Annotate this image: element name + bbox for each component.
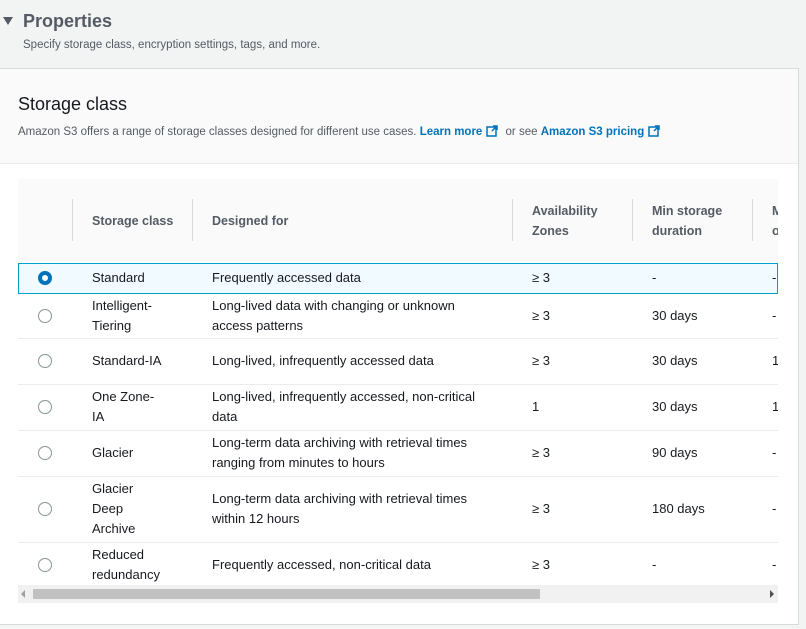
table-cell: Glacier [92, 445, 134, 460]
table-cell: - [652, 270, 657, 285]
table-row[interactable]: Standard-IA Long-lived, infrequently acce… [18, 338, 778, 385]
table-cell: 90 days [652, 445, 698, 460]
table-cell: Long-lived, infrequently accessed, non-c… [212, 389, 476, 424]
learn-more-link[interactable]: Learn more [420, 126, 483, 138]
table-cell: One Zone-IA [92, 389, 155, 424]
table-cell: 30 days [652, 353, 698, 368]
or-see-text: or see [505, 126, 538, 138]
scrollbar-thumb[interactable] [33, 589, 540, 599]
panel-description: Amazon S3 offers a range of storage clas… [18, 125, 664, 138]
table-cell: Frequently accessed, non-critical data [212, 557, 431, 572]
table-cell: Long-term data archiving with retrieval … [212, 435, 468, 470]
table-row[interactable]: One Zone-IA Long-lived, infrequently acce… [18, 384, 778, 431]
table-cell: Long-lived, infrequently accessed data [212, 353, 434, 368]
table-row[interactable]: Standard Frequently accessed data ≥ 3 - - [18, 263, 778, 294]
radio-button[interactable] [38, 400, 52, 414]
table-row[interactable]: Intelligent-Tiering Long-lived data with … [18, 293, 778, 339]
external-link-icon[interactable] [648, 125, 660, 137]
table-cell: Standard [92, 270, 145, 285]
table-cell: Long-lived data with changing or unknown… [212, 297, 455, 333]
radio-button[interactable] [38, 558, 52, 572]
table-cell: ≥ 3 [532, 557, 550, 572]
table-cell: 1 [532, 399, 540, 414]
table-cell: 180 days [652, 501, 705, 516]
table-header: Storage class Designed for Availability … [18, 179, 778, 262]
table-cell: - [772, 445, 777, 460]
properties-header[interactable]: Properties Specify storage class, encryp… [0, 0, 806, 68]
column-header: Designed for [192, 179, 512, 262]
scroll-left-icon[interactable] [21, 590, 25, 598]
section-subtitle: Specify storage class, encryption settin… [23, 39, 321, 51]
table-cell: ≥ 3 [532, 445, 550, 460]
table-row[interactable]: Glacier Deep Archive Long-term data archi… [18, 476, 778, 543]
table-cell: 30 days [652, 307, 698, 323]
table-row[interactable]: Glacier Long-term data archiving with ret… [18, 430, 778, 477]
radio-button[interactable] [38, 271, 52, 285]
caret-down-icon[interactable] [3, 17, 13, 25]
panel-header: Storage class Amazon S3 offers a range o… [0, 69, 798, 164]
external-link-icon[interactable] [486, 125, 499, 137]
column-header: Min billable object size [752, 179, 778, 262]
column-header: Storage class [72, 179, 192, 262]
radio-button[interactable] [38, 354, 52, 368]
scroll-right-icon[interactable] [770, 590, 774, 598]
column-header: Availability Zones [512, 179, 632, 262]
table-cell: ≥ 3 [532, 307, 550, 323]
column-header: Min storage duration [632, 179, 752, 262]
table-cell: Glacier Deep Archive [92, 481, 136, 536]
radio-button[interactable] [38, 502, 52, 516]
table-cell: - [652, 557, 657, 572]
section-title: Properties [23, 11, 113, 31]
table-cell: Frequently accessed data [212, 270, 361, 285]
storage-class-table: Storage class Designed for Availability … [18, 179, 778, 603]
table-cell: ≥ 3 [532, 353, 550, 368]
table-cell: Intelligent-Tiering [92, 297, 152, 333]
table-cell: ≥ 3 [532, 270, 550, 285]
radio-button[interactable] [38, 308, 52, 323]
radio-button[interactable] [38, 446, 52, 460]
table-cell: 1 [772, 399, 778, 414]
table-cell: ≥ 3 [532, 501, 550, 516]
table-cell: Standard-IA [92, 353, 162, 368]
table-cell: - [772, 270, 777, 285]
table-cell: 30 days [652, 399, 698, 414]
table-cell: - [772, 307, 777, 323]
storage-class-panel: Storage class Amazon S3 offers a range o… [0, 68, 799, 625]
table-cell: Long-term data archiving with retrieval … [212, 491, 468, 526]
description-text: Amazon S3 offers a range of storage clas… [18, 126, 417, 138]
table-cell: 1 [772, 353, 778, 368]
pricing-link[interactable]: Amazon S3 pricing [541, 126, 645, 138]
table-cell: - [772, 501, 777, 516]
table-cell: - [772, 557, 777, 572]
table-row[interactable]: Reduced redundancy Frequently accessed, n… [18, 542, 778, 589]
panel-title: Storage class [18, 94, 128, 114]
table-cell: Reduced redundancy [92, 547, 160, 582]
horizontal-scrollbar[interactable] [18, 585, 778, 603]
